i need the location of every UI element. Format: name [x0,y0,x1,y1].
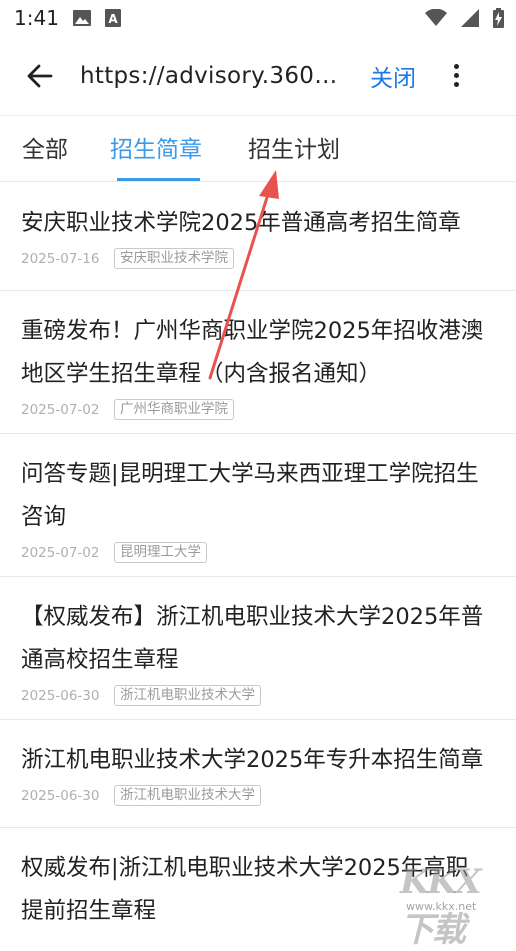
back-button[interactable] [0,36,80,116]
arrow-left-icon [27,64,53,87]
more-options-button[interactable] [444,56,468,96]
list-item[interactable]: 重磅发布！广州华商职业学院2025年招收港澳 地区学生招生章程（内含报名通知） … [0,291,516,434]
item-date: 2025-06-30 [21,787,100,804]
item-meta: 2025-06-30 浙江机电职业技术大学 [21,785,496,806]
item-date: 2025-07-16 [21,250,100,267]
a-notification-icon: A [104,9,121,27]
item-date: 2025-07-02 [21,401,100,418]
article-list: 安庆职业技术学院2025年普通高考招生简章 2025-07-16 安庆职业技术学… [0,183,516,928]
item-tag: 昆明理工大学 [114,542,207,563]
browser-toolbar: https://advisory.360eol.com/ 关闭 [0,36,516,116]
svg-text:A: A [108,12,118,26]
item-tag: 浙江机电职业技术大学 [114,685,261,706]
item-tag: 广州华商职业学院 [114,399,234,420]
item-title: 安庆职业技术学院2025年普通高考招生简章 [21,210,461,236]
signal-icon [461,9,479,27]
item-meta: 2025-07-02 昆明理工大学 [21,542,496,563]
list-item[interactable]: 浙江机电职业技术大学2025年专升本招生简章 2025-06-30 浙江机电职业… [0,720,516,828]
item-title: 问答专题|昆明理工大学马来西亚理工学院招生 咨询 [21,461,479,530]
item-meta: 2025-07-16 安庆职业技术学院 [21,248,496,269]
item-meta: 2025-06-30 浙江机电职业技术大学 [21,685,496,706]
list-item[interactable]: 问答专题|昆明理工大学马来西亚理工学院招生 咨询 2025-07-02 昆明理工… [0,434,516,577]
wifi-icon [425,9,447,26]
list-item[interactable]: 【权威发布】浙江机电职业技术大学2025年普 通高校招生章程 2025-06-3… [0,577,516,720]
tab-all[interactable]: 全部 [22,130,68,180]
item-tag: 浙江机电职业技术大学 [114,785,261,806]
item-title: 重磅发布！广州华商职业学院2025年招收港澳 地区学生招生章程（内含报名通知） [21,318,484,387]
dot-icon [453,73,459,78]
close-button[interactable]: 关闭 [370,59,416,93]
item-date: 2025-06-30 [21,687,100,704]
watermark-url: www.kkx.net [406,900,477,913]
battery-charging-icon [493,8,504,28]
watermark: KKX下载 www.kkx.net [400,862,510,950]
item-date: 2025-07-02 [21,544,100,561]
list-item[interactable]: 安庆职业技术学院2025年普通高考招生简章 2025-07-16 安庆职业技术学… [0,183,516,291]
item-title: 【权威发布】浙江机电职业技术大学2025年普 通高校招生章程 [21,604,484,673]
url-text: https://advisory.360eol.com/ [80,62,350,89]
tab-admission-plan[interactable]: 招生计划 [248,130,340,180]
dot-icon [453,64,459,69]
image-notification-icon [72,10,91,26]
item-tag: 安庆职业技术学院 [114,248,234,269]
item-title: 浙江机电职业技术大学2025年专升本招生简章 [21,747,484,773]
category-tabs: 全部 招生简章 招生计划 [0,116,516,182]
item-meta: 2025-07-02 广州华商职业学院 [21,399,496,420]
active-tab-indicator [117,178,200,181]
status-time: 1:41 [14,6,59,30]
dot-icon [453,82,459,87]
status-bar: 1:41 A [0,0,516,36]
tab-admission-brochure[interactable]: 招生简章 [110,130,202,180]
